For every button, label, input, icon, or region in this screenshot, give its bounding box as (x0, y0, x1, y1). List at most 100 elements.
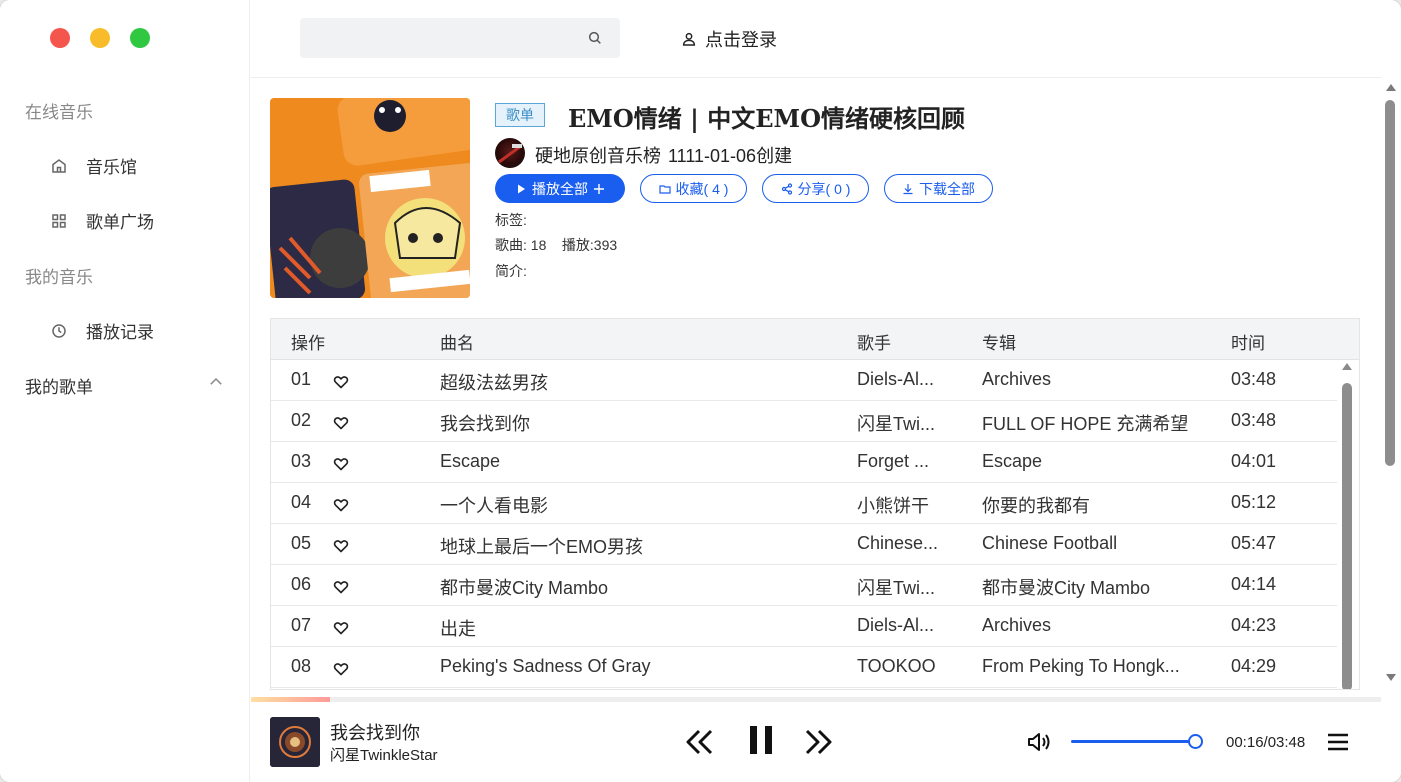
song-artist[interactable]: 闪星Twi... (857, 410, 935, 436)
login-button[interactable]: 点击登录 (681, 26, 777, 52)
volume-icon[interactable] (1027, 731, 1051, 753)
song-album[interactable]: Escape (982, 451, 1042, 472)
heart-icon[interactable] (333, 579, 349, 595)
minimize-window-button[interactable] (90, 28, 110, 48)
pause-icon[interactable] (748, 724, 774, 756)
song-artist[interactable]: 闪星Twi... (857, 574, 935, 600)
created-date: 1111-01-06创建 (668, 146, 793, 166)
play-icon (518, 184, 525, 193)
song-artist[interactable]: Chinese... (857, 533, 938, 554)
song-album[interactable]: From Peking To Hongk... (982, 656, 1180, 677)
player-bar: 我会找到你 闪星TwinkleStar 00:16/03:48 (251, 702, 1401, 782)
song-duration: 03:48 (1231, 410, 1277, 430)
table-row[interactable]: 04 一个人看电影 小熊饼干 你要的我都有 05:12 (271, 483, 1337, 524)
table-row[interactable]: 06 都市曼波City Mambo 闪星Twi... 都市曼波City Mambo 04… (271, 565, 1337, 606)
tags-label: 标签: (495, 212, 527, 228)
now-playing-title: 我会找到你 (330, 723, 420, 743)
heart-icon[interactable] (333, 497, 349, 513)
heart-icon[interactable] (333, 456, 349, 472)
creator-name[interactable]: 硬地原创音乐榜 (535, 142, 661, 168)
previous-track-icon[interactable] (684, 727, 716, 757)
scroll-up-arrow[interactable] (1386, 84, 1396, 91)
collect-button[interactable]: 收藏( 4 ) (640, 174, 747, 203)
song-title: 出走 (440, 619, 476, 639)
sidebar-item-playlist-square[interactable]: 歌单广场 (50, 208, 154, 233)
song-duration: 05:12 (1231, 492, 1277, 512)
sidebar-item-label: 音乐馆 (86, 158, 137, 177)
table-row[interactable]: 03 Escape Forget ... Escape 04:01 (271, 442, 1337, 483)
play-all-button[interactable]: 播放全部 (495, 174, 625, 203)
download-icon (903, 183, 913, 194)
table-row[interactable]: 07 出走 Diels-Al... Archives 04:23 (271, 606, 1337, 647)
song-artist[interactable]: 小熊饼干 (857, 492, 929, 518)
download-all-button[interactable]: 下载全部 (884, 174, 993, 203)
maximize-window-button[interactable] (130, 28, 150, 48)
song-album[interactable]: 都市曼波City Mambo (982, 574, 1150, 600)
now-playing-artist[interactable]: 闪星TwinkleStar (330, 744, 438, 765)
track-number: 02 (291, 410, 312, 430)
column-header-actions: 操作 (291, 334, 325, 353)
column-header-time: 时间 (1231, 334, 1265, 353)
share-label: 分享( 0 ) (797, 180, 851, 197)
folder-icon (658, 184, 671, 194)
song-album[interactable]: FULL OF HOPE 充满希望 (982, 410, 1188, 436)
song-artist[interactable]: Diels-Al... (857, 369, 934, 390)
track-number: 06 (291, 574, 312, 594)
heart-icon[interactable] (333, 415, 349, 431)
track-number: 03 (291, 451, 312, 471)
song-title: 地球上最后一个EMO男孩 (440, 537, 644, 557)
sidebar-item-history[interactable]: 播放记录 (50, 318, 154, 343)
table-scrollbar[interactable] (1341, 363, 1353, 689)
song-duration: 04:01 (1231, 451, 1277, 471)
song-artist[interactable]: TOOKOO (857, 656, 936, 677)
song-album[interactable]: 你要的我都有 (982, 492, 1090, 518)
scroll-up-arrow[interactable] (1342, 363, 1352, 370)
volume-slider[interactable] (1071, 740, 1197, 743)
song-artist[interactable]: Forget ... (857, 451, 929, 472)
column-header-album: 专辑 (982, 334, 1016, 353)
column-header-title: 曲名 (440, 334, 474, 353)
heart-icon[interactable] (333, 538, 349, 554)
sidebar-item-label: 歌单广场 (86, 213, 154, 232)
playlist-type-badge: 歌单 (495, 103, 545, 127)
close-window-button[interactable] (50, 28, 70, 48)
volume-slider-handle[interactable] (1188, 734, 1203, 749)
song-album[interactable]: Archives (982, 369, 1051, 390)
table-header: 操作 曲名 歌手 专辑 时间 (271, 319, 1359, 360)
heart-icon[interactable] (333, 374, 349, 390)
scrollbar-thumb[interactable] (1342, 383, 1352, 689)
main-scrollbar[interactable] (1381, 80, 1401, 690)
song-artist[interactable]: Diels-Al... (857, 615, 934, 636)
song-album[interactable]: Chinese Football (982, 533, 1117, 554)
table-row[interactable]: 08 Peking's Sadness Of Gray TOOKOO From Pek… (271, 647, 1337, 688)
sidebar-section-online: 在线音乐 (25, 103, 93, 122)
scrollbar-thumb[interactable] (1385, 100, 1395, 466)
sidebar-item-music-hall[interactable]: 音乐馆 (50, 153, 137, 178)
next-track-icon[interactable] (802, 727, 834, 757)
collect-label: 收藏( 4 ) (675, 180, 729, 197)
heart-icon[interactable] (333, 661, 349, 677)
table-row[interactable]: 01 超级法兹男孩 Diels-Al... Archives 03:48 (271, 360, 1337, 401)
login-label: 点击登录 (705, 30, 777, 50)
share-button[interactable]: 分享( 0 ) (762, 174, 869, 203)
play-all-label: 播放全部 (532, 180, 588, 197)
user-icon (682, 32, 696, 46)
download-all-label: 下载全部 (919, 180, 975, 197)
scroll-down-arrow[interactable] (1386, 674, 1396, 681)
table-row[interactable]: 02 我会找到你 闪星Twi... FULL OF HOPE 充满希望 03:48 (271, 401, 1337, 442)
grid-icon (52, 213, 66, 228)
playlist-menu-icon[interactable] (1327, 732, 1349, 752)
table-row[interactable]: 05 地球上最后一个EMO男孩 Chinese... Chinese Football… (271, 524, 1337, 565)
sidebar-item-label: 播放记录 (86, 323, 154, 342)
plus-icon[interactable] (593, 183, 605, 195)
clock-icon (52, 323, 66, 338)
heart-icon[interactable] (333, 620, 349, 636)
sidebar-section-my-playlists[interactable]: 我的歌单 (25, 373, 93, 398)
song-album[interactable]: Archives (982, 615, 1051, 636)
search-icon[interactable] (587, 30, 603, 46)
song-title: Peking's Sadness Of Gray (440, 656, 651, 676)
search-input[interactable] (300, 18, 620, 58)
song-title: 超级法兹男孩 (440, 373, 548, 393)
now-playing-cover[interactable] (270, 717, 320, 767)
chevron-up-icon[interactable] (207, 373, 225, 391)
